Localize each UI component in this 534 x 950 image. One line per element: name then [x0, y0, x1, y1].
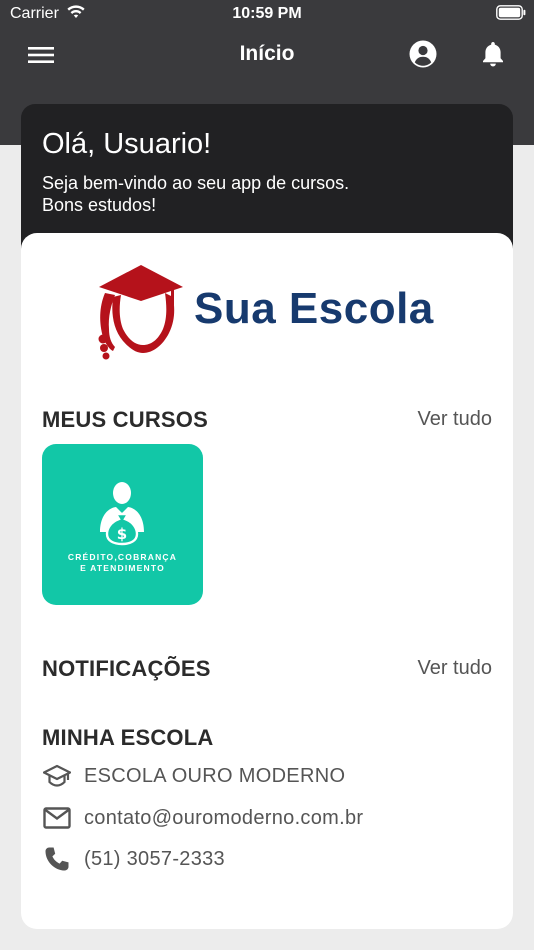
school-name-row: ESCOLA OURO MODERNO	[42, 761, 345, 791]
my-school-title: MINHA ESCOLA	[42, 725, 214, 750]
school-email[interactable]: contato@ouromoderno.com.br	[84, 807, 363, 830]
svg-text:$: $	[117, 525, 127, 543]
my-courses-see-all-link[interactable]: Ver tudo	[417, 408, 492, 431]
envelope-icon	[42, 803, 72, 833]
status-time: 10:59 PM	[232, 5, 302, 22]
notifications-see-all-link[interactable]: Ver tudo	[417, 657, 492, 680]
main-card: Sua Escola MEUS CURSOS Ver tudo $ CRÉDIT…	[21, 233, 513, 929]
welcome-subtitle: Seja bem-vindo ao seu app de cursos. Bon…	[42, 172, 492, 216]
graduation-cap-icon	[42, 761, 72, 791]
hamburger-menu-icon[interactable]	[26, 42, 56, 68]
user-circle-icon[interactable]	[408, 39, 438, 69]
status-bar: Carrier 10:59 PM	[0, 0, 534, 30]
notifications-title: NOTIFICAÇÕES	[42, 656, 211, 681]
phone-icon	[42, 844, 72, 874]
page-title: Início	[239, 42, 295, 65]
person-money-bag-icon: $	[100, 482, 144, 546]
course-label-line-2: E ATENDIMENTO	[80, 563, 165, 573]
course-label-line-1: CRÉDITO,COBRANÇA	[67, 552, 178, 562]
welcome-line-1: Seja bem-vindo ao seu app de cursos.	[42, 173, 350, 193]
school-email-row[interactable]: contato@ouromoderno.com.br	[42, 803, 363, 833]
navbar: Início	[0, 30, 534, 80]
course-label: CRÉDITO,COBRANÇA E ATENDIMENTO	[42, 552, 203, 574]
my-courses-title: MEUS CURSOS	[42, 407, 208, 432]
course-card[interactable]: $ CRÉDITO,COBRANÇA E ATENDIMENTO	[42, 444, 203, 605]
school-phone-row[interactable]: (51) 3057-2333	[42, 844, 225, 874]
school-logo-icon	[98, 265, 183, 360]
school-name: ESCOLA OURO MODERNO	[84, 764, 346, 787]
school-logo: Sua Escola	[91, 263, 451, 363]
bell-icon[interactable]	[478, 39, 508, 69]
school-logo-text: Sua Escola	[194, 284, 434, 333]
school-phone[interactable]: (51) 3057-2333	[84, 848, 225, 871]
battery-icon	[496, 5, 526, 20]
welcome-line-2: Bons estudos!	[42, 195, 157, 215]
welcome-greeting: Olá, Usuario!	[42, 128, 212, 160]
